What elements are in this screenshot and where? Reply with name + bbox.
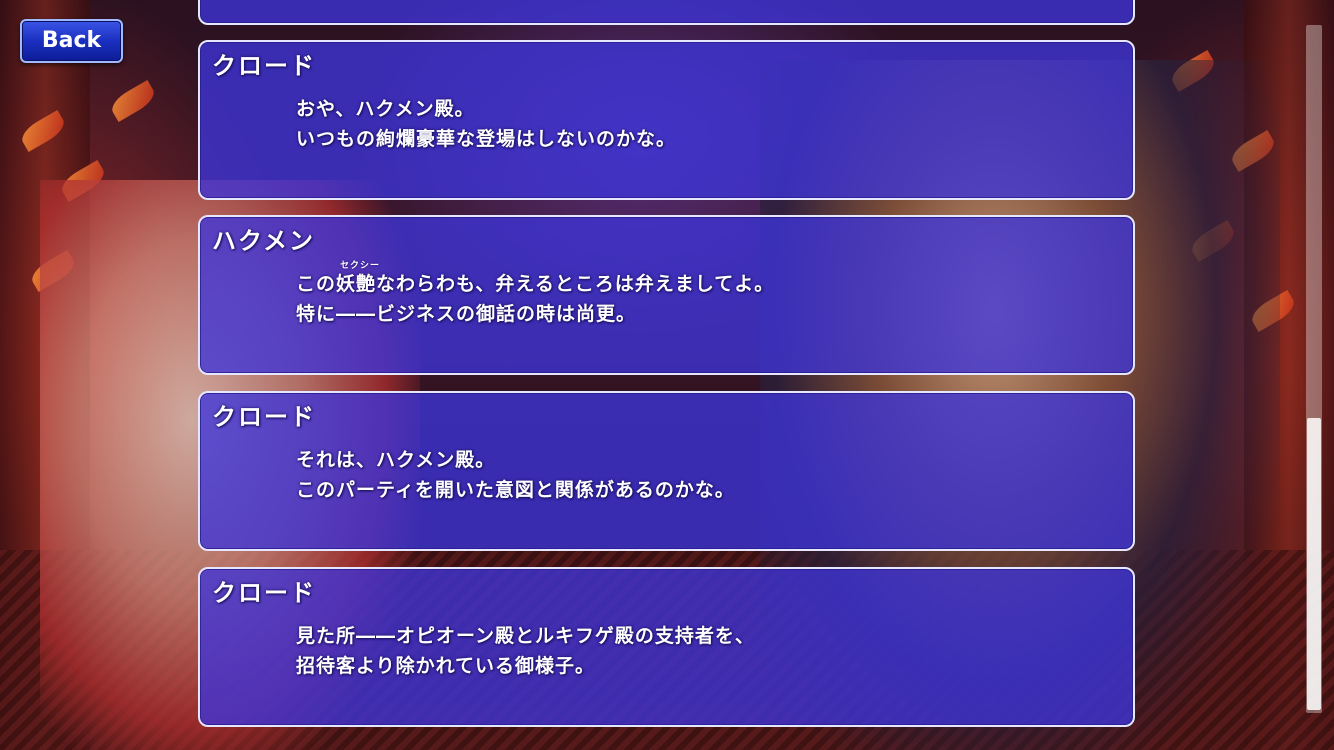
log-entry: ハクメン セクシー この妖艶なわらわも、弁えるところは弁えましてよ。 特に――ビ… — [198, 215, 1135, 375]
dialogue-line: 招待客より除かれている御様子。 — [296, 655, 596, 677]
dialogue-line: この妖艶なわらわも、弁えるところは弁えましてよ。 — [296, 273, 775, 295]
dialogue-line: それは、ハクメン殿。 — [296, 449, 496, 471]
log-entry: クロード おや、ハクメン殿。 いつもの絢爛豪華な登場はしないのかな。 — [198, 40, 1135, 200]
speaker-name: クロード — [212, 579, 316, 607]
log-entry: クロード それは、ハクメン殿。 このパーティを開いた意図と関係があるのかな。 — [198, 391, 1135, 551]
dialogue-line: このパーティを開いた意図と関係があるのかな。 — [296, 479, 735, 501]
dialogue-log[interactable]: クロード おや、ハクメン殿。 いつもの絢爛豪華な登場はしないのかな。 ハクメン … — [0, 0, 1334, 750]
dialogue-line: いつもの絢爛豪華な登場はしないのかな。 — [296, 128, 677, 150]
scrollbar-thumb[interactable] — [1307, 418, 1321, 710]
speaker-name: クロード — [212, 52, 316, 80]
speaker-name: ハクメン — [212, 227, 316, 255]
dialogue-line: おや、ハクメン殿。 — [296, 98, 475, 120]
dialogue-line: 特に――ビジネスの御話の時は尚更。 — [296, 303, 637, 325]
speaker-name: クロード — [212, 403, 316, 431]
dialogue-line: 見た所――オピオーン殿とルキフゲ殿の支持者を、 — [296, 625, 755, 647]
log-entry: クロード 見た所――オピオーン殿とルキフゲ殿の支持者を、 招待客より除かれている… — [198, 567, 1135, 727]
